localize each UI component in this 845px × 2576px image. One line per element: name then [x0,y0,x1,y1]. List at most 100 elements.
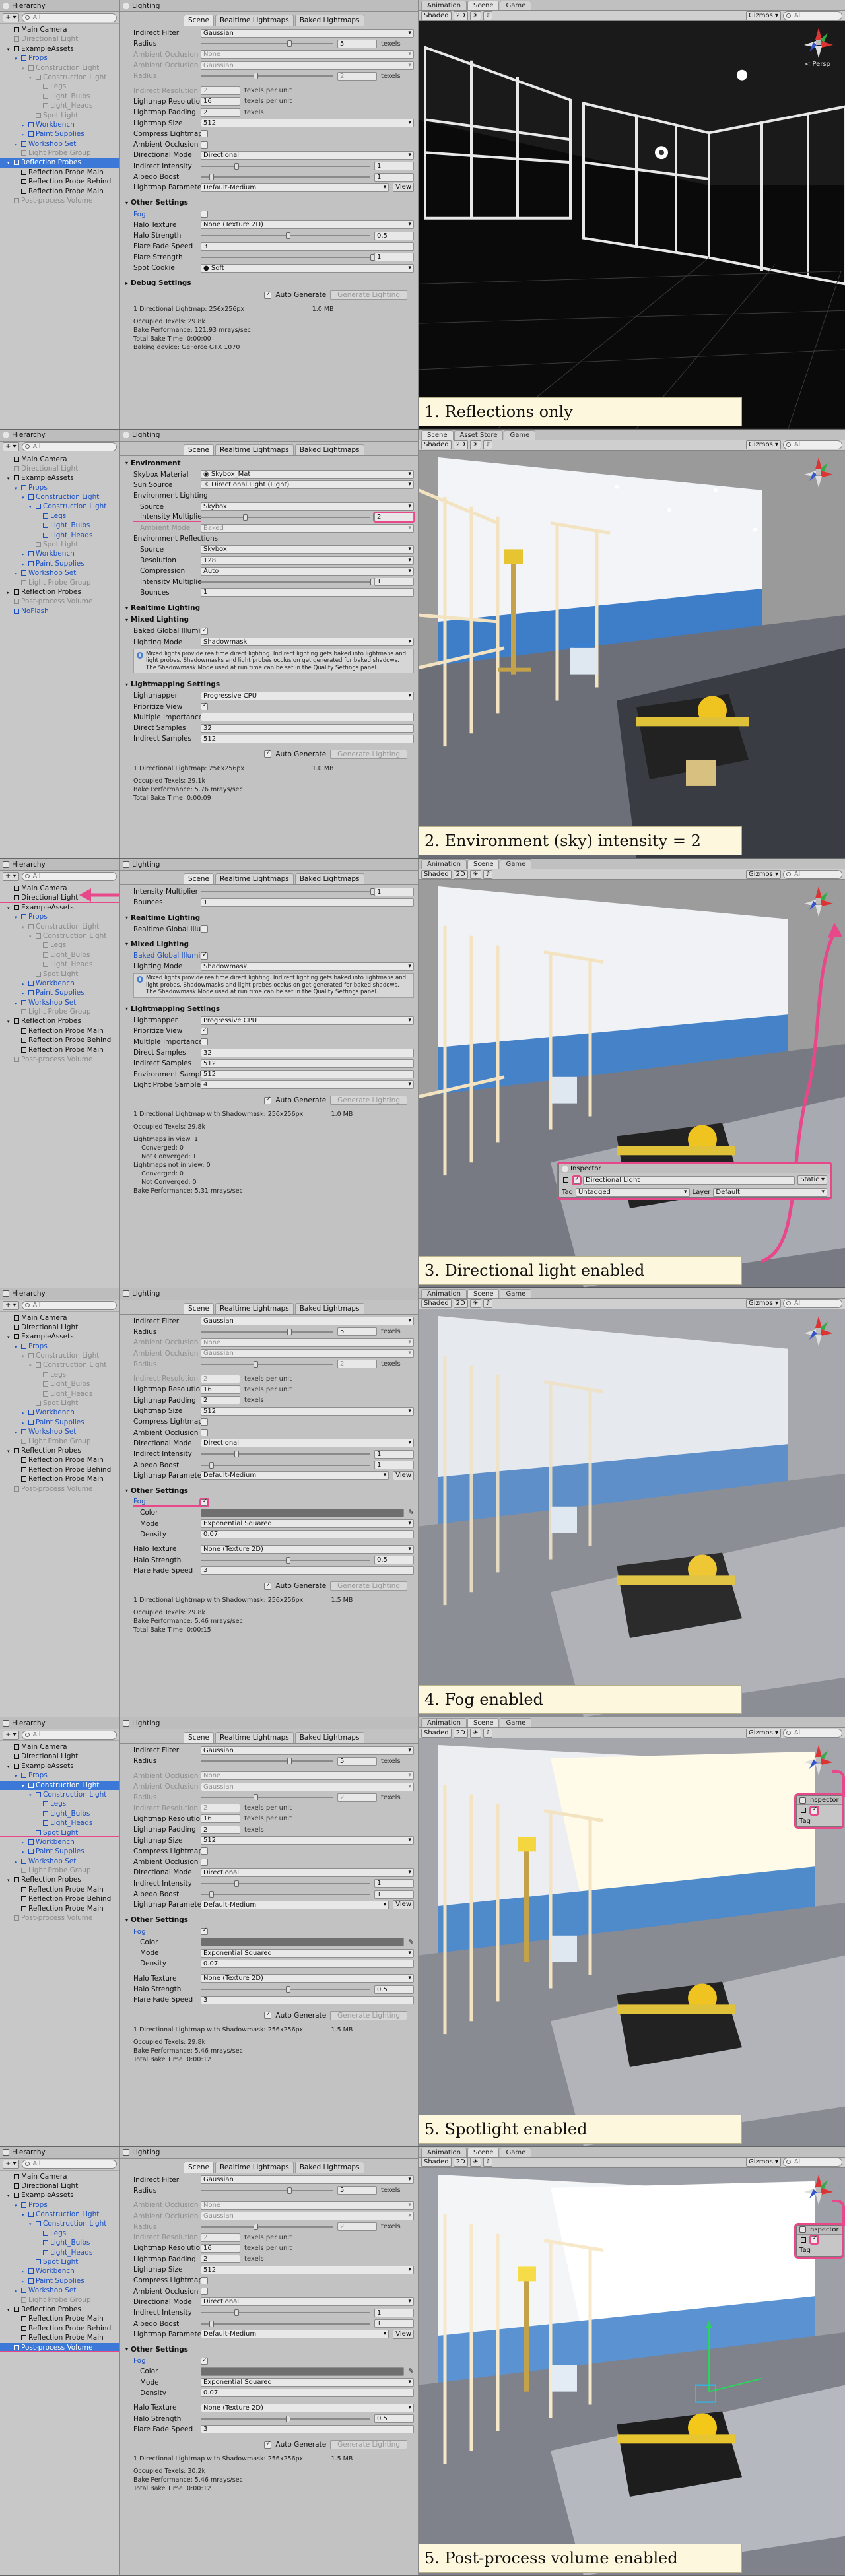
expand-arrow-icon[interactable]: ▸ [22,979,27,989]
section-header[interactable]: Lightmapping Settings [125,1003,414,1015]
expand-arrow-icon[interactable]: ▾ [29,932,34,941]
number-input[interactable]: 32 [201,1048,414,1057]
hierarchy-item[interactable]: ▸ Workbench [0,1408,119,1417]
hierarchy-item[interactable]: Light Probe Group [0,1437,119,1446]
hierarchy-item[interactable]: ▾ Reflection Probes [0,158,119,168]
scene-viewport[interactable] [419,1738,845,2146]
expand-arrow-icon[interactable]: ▸ [22,1847,27,1857]
dropdown-field[interactable]: ◉ Skybox_Mat [201,470,414,479]
slider-handle[interactable] [254,1794,259,1801]
lighting-tab[interactable]: Baked Lightmaps [294,873,364,884]
section-header[interactable]: Mixed Lighting [125,939,414,950]
slider-track[interactable] [201,1360,333,1368]
number-input[interactable]: 0.5 [374,231,414,240]
number-input[interactable]: 3 [201,2425,414,2434]
slider-handle[interactable] [285,1556,290,1564]
dropdown-field[interactable]: Exponential Squared [201,1519,414,1529]
hierarchy-item[interactable]: NoFlash [0,607,119,616]
dropdown-field[interactable]: Directional [201,1868,414,1877]
generate-lighting-button[interactable]: Generate Lighting [330,290,407,300]
expand-arrow-icon[interactable]: ▾ [15,1342,20,1352]
checkbox[interactable] [201,141,208,149]
expand-arrow-icon[interactable]: ▾ [22,64,27,73]
hierarchy-item[interactable]: ▸ Workshop Set [0,1427,119,1436]
expand-arrow-icon[interactable]: ▾ [15,2201,20,2210]
dropdown-field[interactable]: Gaussian [201,1317,414,1326]
hierarchy-item[interactable]: Legs [0,512,119,521]
hierarchy-item[interactable]: Light Probe Group [0,149,119,158]
slider-handle[interactable] [287,2187,292,2194]
scene-tab[interactable]: Game [500,1288,532,1298]
lighting-toggle-icon[interactable]: ☀ [469,1728,481,1738]
hierarchy-item[interactable]: Reflection Probe Behind [0,177,119,186]
hierarchy-item[interactable]: ▾ Construction Light [0,931,119,941]
generate-lighting-button[interactable]: Generate Lighting [330,1581,407,1591]
expand-arrow-icon[interactable]: ▾ [29,2220,34,2229]
number-input[interactable]: 5 [337,1756,377,1766]
lighting-tab[interactable]: Baked Lightmaps [294,444,364,455]
slider-track[interactable] [201,73,333,80]
scene-tab[interactable]: Game [500,1718,532,1727]
lighting-tab[interactable]: Baked Lightmaps [294,15,364,26]
checkbox[interactable] [201,1429,208,1437]
hierarchy-item[interactable]: ▸ Workshop Set [0,568,119,578]
hierarchy-item[interactable]: ▾ Construction Light [0,73,119,82]
expand-arrow-icon[interactable]: ▾ [15,484,20,493]
hierarchy-item[interactable]: Reflection Probe Main [0,1455,119,1465]
dropdown-field[interactable]: 512 [201,1836,414,1845]
generate-lighting-button[interactable]: Generate Lighting [330,749,407,759]
hierarchy-item[interactable]: Legs [0,941,119,950]
expand-arrow-icon[interactable]: ▾ [22,2210,27,2220]
lighting-tab[interactable]: Realtime Lightmaps [215,873,294,884]
hierarchy-item[interactable]: Reflection Probe Main [0,1474,119,1484]
hierarchy-item[interactable]: ▾ Construction Light [0,1790,119,1799]
hierarchy-item[interactable]: Light Probe Group [0,1007,119,1016]
number-input[interactable]: 1 [374,2319,414,2328]
number-input[interactable]: 2 [337,1360,377,1369]
slider-track[interactable] [201,1891,370,1898]
slider-handle[interactable] [285,1986,290,1993]
audio-toggle-icon[interactable]: ♪ [483,11,493,20]
number-input[interactable]: 2 [337,2222,377,2231]
hierarchy-item[interactable]: ▸ Paint Supplies [0,2276,119,2286]
hierarchy-item[interactable]: ▸ Workbench [0,549,119,558]
hierarchy-item[interactable]: Light_Heads [0,1389,119,1399]
scene-tab[interactable]: Scene [467,859,500,869]
generate-lighting-button[interactable]: Generate Lighting [330,2010,407,2020]
slider-track[interactable] [201,888,375,896]
2d-toggle-button[interactable]: 2D [453,1728,468,1738]
eyedropper-icon[interactable]: ✎ [408,1938,414,1946]
dropdown-field[interactable]: Directional [201,1439,414,1448]
scene-tab[interactable]: Scene [467,1,500,10]
slider-track[interactable] [201,2320,370,2327]
slider-handle[interactable] [254,1360,259,1368]
slider-handle[interactable] [234,2309,240,2317]
expand-arrow-icon[interactable]: ▸ [22,1418,27,1428]
scene-tab[interactable]: Animation [421,1718,467,1727]
gizmos-dropdown[interactable]: Gizmos ▾ [745,869,781,879]
dropdown-field[interactable]: None [201,2200,414,2210]
gizmos-dropdown[interactable]: Gizmos ▾ [745,1728,781,1738]
dropdown-field[interactable]: 4 [201,1080,414,1090]
lighting-tab[interactable]: Realtime Lightmaps [215,444,294,455]
hierarchy-item[interactable]: ▸ Paint Supplies [0,1418,119,1427]
expand-arrow-icon[interactable]: ▸ [22,121,27,130]
orientation-gizmo-icon[interactable] [801,2172,836,2206]
scene-viewport[interactable] [419,880,845,1288]
hierarchy-item[interactable]: Light_Bulbs [0,1809,119,1818]
2d-toggle-button[interactable]: 2D [453,869,468,879]
checkbox[interactable] [201,702,208,711]
hierarchy-item[interactable]: Spot Light [0,2257,119,2266]
slider-track[interactable] [201,162,370,170]
scene-tab[interactable]: Game [500,1,532,10]
expand-arrow-icon[interactable]: ▾ [29,1791,34,1800]
hierarchy-item[interactable]: Legs [0,1370,119,1379]
slider-handle[interactable] [209,1461,214,1469]
active-toggle-checkbox[interactable] [572,1175,582,1185]
dropdown-field[interactable]: Shadowmask [201,638,414,646]
dropdown-field[interactable]: ● Soft [201,263,414,273]
checkbox[interactable] [201,1418,208,1426]
hierarchy-item[interactable]: ▾ Construction Light [0,1360,119,1370]
checkbox[interactable] [201,951,208,960]
dropdown-field[interactable]: None (Texture 2D) [201,1974,414,1983]
